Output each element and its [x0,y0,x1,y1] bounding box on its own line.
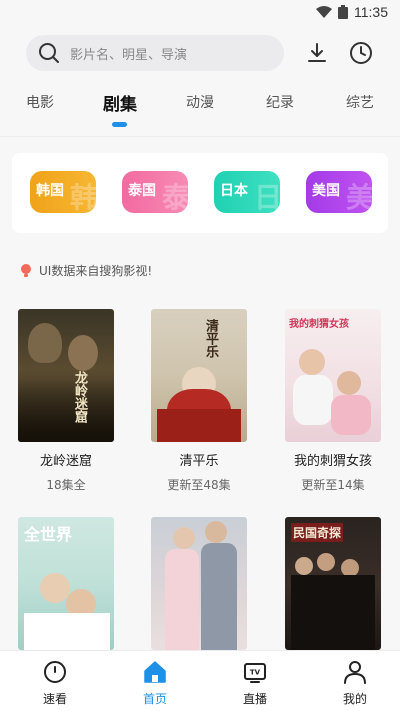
poster-item[interactable] [151,517,247,650]
tab-anime[interactable]: 动漫 [186,92,214,112]
poster-item[interactable]: 龙岭迷窟 龙岭迷窟 18集全 [18,309,114,493]
poster-title: 龙岭迷窟 [39,454,92,469]
poster-episodes: 18集全 [46,478,86,492]
battery-icon [338,5,348,19]
status-time: 11:35 [354,4,388,20]
top-bar: 影片名、明星、导演 [26,34,376,72]
region-korea-label: 韩国 [36,183,64,199]
region-thailand-label: 泰国 [128,183,156,199]
region-japan-label: 日本 [220,183,248,199]
nav-live-label: 直播 [242,692,267,706]
nav-home-label: 首页 [142,692,167,706]
poster-image: 民国奇探 [285,517,381,650]
nav-live[interactable]: TV 直播 [225,659,285,707]
poster-episodes: 更新至48集 [167,478,231,492]
svg-text:TV: TV [250,669,261,677]
region-japan-watermark: 日 [253,181,280,213]
region-korea-button[interactable]: 韩 韩国 [30,171,96,213]
wifi-icon [316,6,332,18]
history-icon[interactable] [348,40,374,66]
poster-caption: 清平乐 [203,319,218,358]
poster-caption: 我的刺猬女孩 [289,319,349,330]
poster-item[interactable]: 全世界 [18,517,114,650]
poster-image: 清平乐 [151,309,247,442]
bottom-navigation: 速看 首页 TV 直播 我的 [0,650,400,711]
lightbulb-icon [21,263,31,277]
data-source-notice: UI数据来自搜狗影视! [20,262,152,279]
poster-item[interactable]: 我的刺猬女孩 我的刺猬女孩 更新至14集 [285,309,381,493]
tab-series[interactable]: 剧集 [103,90,137,115]
tab-variety[interactable]: 综艺 [346,92,374,112]
poster-episodes: 更新至14集 [301,478,365,492]
poster-image: 龙岭迷窟 [18,309,114,442]
tv-icon: TV [244,663,266,683]
home-icon [144,661,166,683]
notice-text: UI数据来自搜狗影视! [39,264,153,278]
search-placeholder: 影片名、明星、导演 [70,47,188,63]
region-card: 韩 韩国 泰 泰国 日 日本 美 美国 [12,153,388,233]
region-japan-button[interactable]: 日 日本 [214,171,280,213]
poster-image: 全世界 [18,517,114,650]
region-usa-watermark: 美 [345,181,372,213]
region-korea-watermark: 韩 [69,181,96,213]
region-thailand-watermark: 泰 [161,181,188,213]
poster-item[interactable]: 清平乐 清平乐 更新至48集 [151,309,247,493]
poster-image: 我的刺猬女孩 [285,309,381,442]
poster-image [151,517,247,650]
search-input[interactable]: 影片名、明星、导演 [26,35,284,71]
divider [0,136,400,137]
nav-quick-view[interactable]: 速看 [25,659,85,707]
nav-profile[interactable]: 我的 [325,659,385,707]
nav-profile-label: 我的 [342,692,367,706]
poster-title: 我的刺猬女孩 [293,454,372,469]
poster-caption: 民国奇探 [291,523,344,542]
person-icon [344,661,366,684]
tab-documentary[interactable]: 纪录 [266,92,294,112]
nav-home[interactable]: 首页 [125,659,185,707]
search-icon [39,43,59,63]
category-tabs: 电影 剧集 动漫 纪录 综艺 [0,88,400,128]
download-icon[interactable] [304,40,330,66]
poster-title: 清平乐 [179,454,219,469]
poster-caption: 龙岭迷窟 [72,371,87,423]
region-thailand-button[interactable]: 泰 泰国 [122,171,188,213]
region-usa-label: 美国 [312,183,340,199]
poster-item[interactable]: 民国奇探 [285,517,381,650]
tab-indicator [112,122,127,127]
region-usa-button[interactable]: 美 美国 [306,171,372,213]
tab-movie[interactable]: 电影 [26,92,54,112]
status-bar: 11:35 [0,0,400,24]
clock-icon [44,661,66,683]
nav-quick-view-label: 速看 [42,692,67,706]
poster-caption: 全世界 [24,525,73,544]
